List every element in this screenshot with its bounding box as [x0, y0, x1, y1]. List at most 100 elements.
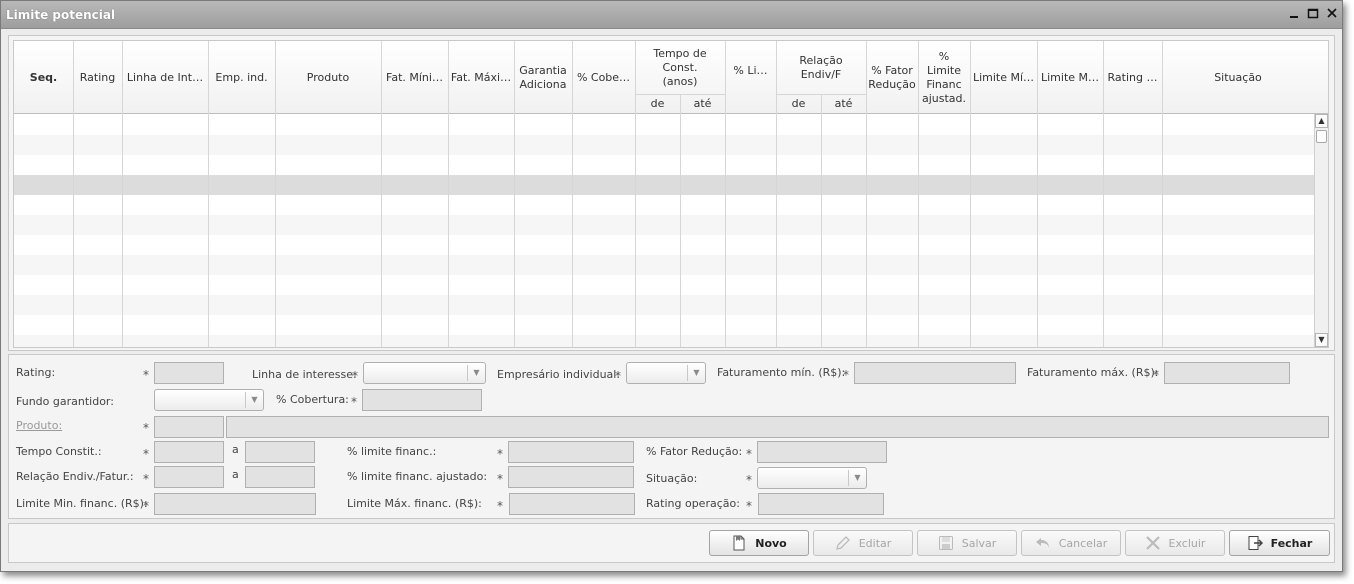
cancelar-button[interactable]: Cancelar [1021, 530, 1121, 556]
cobertura-field[interactable] [362, 389, 482, 411]
col-divider [725, 41, 726, 347]
editar-button-label: Editar [858, 536, 892, 550]
fechar-button-label: Fechar [1270, 536, 1313, 550]
table-row[interactable] [14, 295, 1314, 315]
maximize-icon[interactable] [1306, 7, 1320, 21]
col-fat-max-header[interactable]: Fat. Máxi… [448, 41, 514, 114]
col-limite-min-header[interactable]: Limite Mí… [970, 41, 1037, 114]
scroll-down-icon[interactable]: ▼ [1315, 333, 1328, 347]
table-row[interactable] [14, 235, 1314, 255]
col-seq-header[interactable]: Seq. [14, 41, 73, 114]
col-tempo-ate-header[interactable]: até [680, 94, 725, 114]
col-relacao-ate-header[interactable]: até [821, 94, 866, 114]
relacao-de-field[interactable] [154, 466, 224, 488]
pct-limite-field[interactable] [508, 441, 634, 463]
produto-code-field[interactable] [154, 416, 224, 438]
fechar-button[interactable]: Fechar [1229, 530, 1330, 556]
close-icon[interactable] [1325, 7, 1339, 21]
produto-description-field[interactable] [226, 416, 1329, 438]
relacao-subheader-divider [821, 94, 822, 114]
table-row[interactable] [14, 315, 1314, 335]
table-row[interactable] [14, 215, 1314, 235]
required-marker: * [843, 368, 849, 382]
table-row[interactable] [14, 275, 1314, 295]
tempo-de-field[interactable] [154, 441, 224, 463]
produto-link[interactable]: Produto: [16, 419, 62, 432]
table-row-selected[interactable] [14, 175, 1314, 195]
col-relacao-line1: Relação [799, 53, 843, 67]
col-tempo-header[interactable]: Tempo de Const. (anos) [635, 41, 725, 94]
pct-limite-label: % limite financ.: [347, 445, 437, 458]
col-rating-header[interactable]: Rating [73, 41, 122, 114]
pct-limite-ajustado-field[interactable] [508, 466, 634, 488]
rating-field[interactable] [154, 362, 224, 384]
tempo-constit-label: Tempo Constit.: [16, 445, 102, 458]
limite-max-field[interactable] [509, 493, 635, 515]
scroll-thumb[interactable] [1316, 130, 1327, 143]
fundo-garantidor-label: Fundo garantidor: [16, 395, 114, 408]
empresario-select[interactable]: ▼ [626, 362, 706, 384]
fat-min-field[interactable] [854, 362, 1016, 384]
limite-min-label: Limite Min. financ. (R$): [16, 497, 148, 510]
col-limite-max-header[interactable]: Limite M… [1037, 41, 1103, 114]
table-row[interactable] [14, 255, 1314, 275]
rating-operacao-field[interactable] [758, 493, 884, 515]
cobertura-label: % Cobertura: [276, 393, 349, 406]
chevron-down-icon: ▼ [467, 365, 485, 381]
table-row[interactable] [14, 335, 1314, 347]
required-marker: * [497, 447, 503, 461]
col-limite-ajustado-header[interactable]: % Limite Financ ajustad. [918, 41, 970, 114]
salvar-button[interactable]: Salvar [917, 530, 1017, 556]
table-scrollbar[interactable]: ▲ ▼ [1314, 114, 1328, 347]
editar-button[interactable]: Editar [813, 530, 913, 556]
col-divider [514, 41, 515, 347]
required-marker: * [351, 395, 357, 409]
required-marker: * [143, 421, 149, 435]
linha-interesse-select[interactable]: ▼ [363, 362, 486, 384]
table-row[interactable] [14, 155, 1314, 175]
rating-operacao-label: Rating operação: [646, 497, 740, 510]
required-marker: * [143, 368, 149, 382]
situacao-select[interactable]: ▼ [757, 467, 867, 489]
col-linha-header[interactable]: Linha de Int… [122, 41, 208, 114]
col-cobertura-header[interactable]: % Cobe… [572, 41, 635, 114]
col-divider [448, 41, 449, 347]
col-divider [866, 41, 867, 347]
col-garantia-header[interactable]: Garantia Adiciona [514, 41, 572, 114]
relacao-ate-field[interactable] [245, 466, 315, 488]
records-table[interactable]: Seq. Rating Linha de Int… Emp. ind. Prod… [13, 40, 1329, 348]
col-produto-header[interactable]: Produto [275, 41, 381, 114]
col-relacao-de-header[interactable]: de [776, 94, 821, 114]
excluir-button[interactable]: Excluir [1125, 530, 1225, 556]
cancelar-button-label: Cancelar [1058, 536, 1108, 550]
minimize-icon[interactable] [1287, 7, 1301, 21]
table-row[interactable] [14, 195, 1314, 215]
table-row[interactable] [14, 135, 1314, 155]
required-marker: * [143, 447, 149, 461]
linha-interesse-label: Linha de interesse: [252, 368, 357, 381]
fat-max-field[interactable] [1164, 362, 1290, 384]
col-relacao-header[interactable]: Relação Endiv/F [776, 41, 866, 94]
col-fat-min-header[interactable]: Fat. Míni… [381, 41, 448, 114]
tempo-ate-field[interactable] [245, 441, 315, 463]
col-tempo-de-header[interactable]: de [635, 94, 680, 114]
fundo-garantidor-select[interactable]: ▼ [154, 389, 264, 411]
col-emp-header[interactable]: Emp. ind. [208, 41, 275, 114]
table-row[interactable] [14, 115, 1314, 135]
col-lim-aj-line4: ajustad. [921, 91, 967, 105]
col-rating-op-header[interactable]: Rating … [1103, 41, 1162, 114]
required-marker: * [497, 472, 503, 486]
col-situacao-header[interactable]: Situação [1162, 41, 1314, 114]
limite-potencial-window: Limite potencial Seq. Rating Linha de In… [0, 0, 1343, 572]
rating-label: Rating: [16, 366, 56, 379]
pencil-icon [835, 535, 851, 551]
salvar-button-label: Salvar [961, 536, 997, 550]
col-fator-header[interactable]: % Fator Redução [866, 41, 918, 114]
col-divider [275, 41, 276, 347]
fator-reducao-field[interactable] [757, 441, 887, 463]
novo-button[interactable]: Novo [709, 530, 809, 556]
empresario-label: Empresário individual: [497, 368, 621, 381]
scroll-up-icon[interactable]: ▲ [1315, 114, 1328, 128]
col-limite-header[interactable]: % Li… [725, 41, 776, 101]
limite-min-field[interactable] [154, 493, 316, 515]
